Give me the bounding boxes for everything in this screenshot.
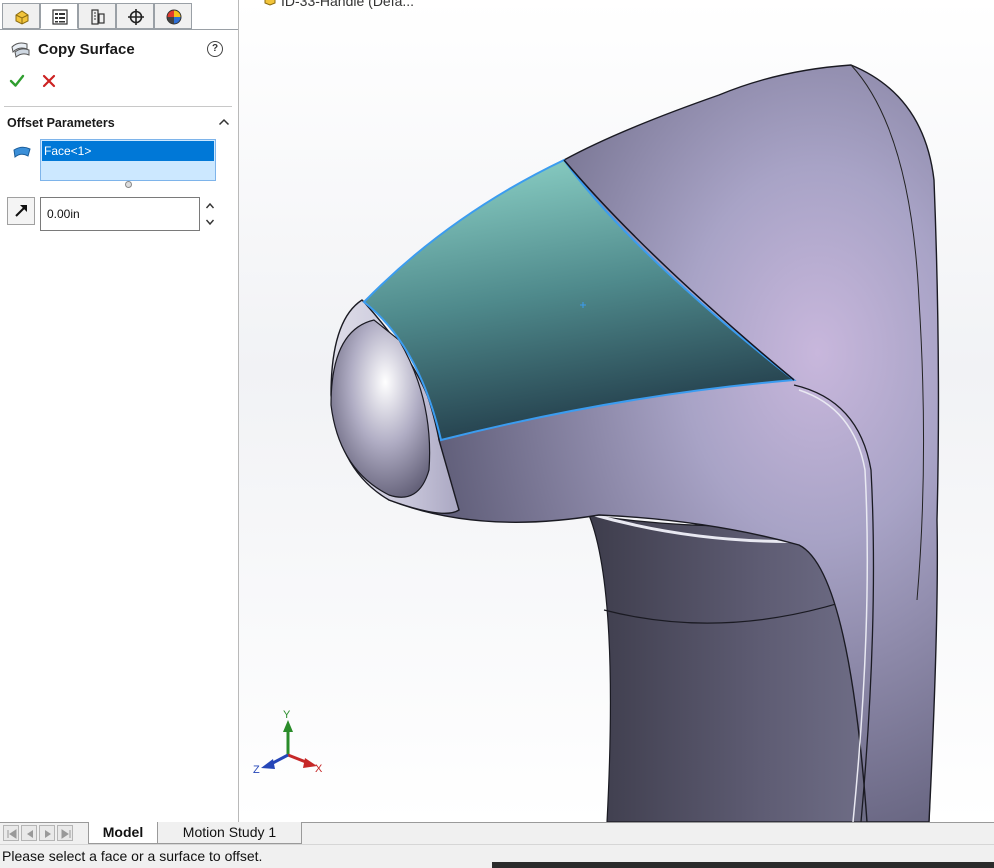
tab-feature-manager[interactable] <box>2 3 40 29</box>
spin-down-icon[interactable] <box>205 217 215 227</box>
chevron-up-icon[interactable] <box>218 117 230 127</box>
next-arrow-icon <box>45 830 51 838</box>
tab-motion-study[interactable]: Motion Study 1 <box>158 822 302 844</box>
offset-distance-input[interactable] <box>40 197 200 231</box>
bottom-tab-bar: Model Motion Study 1 <box>0 822 994 844</box>
tab-property-manager[interactable] <box>40 3 78 29</box>
page-title: Copy Surface <box>38 41 135 58</box>
property-manager-header: Copy Surface ? <box>0 34 238 70</box>
previous-arrow-icon <box>27 830 33 838</box>
reverse-direction-icon <box>15 205 27 217</box>
copy-surface-icon <box>11 42 30 58</box>
tab-display-manager[interactable] <box>154 3 192 29</box>
triad-z-label: Z <box>253 764 260 776</box>
last-tab-button[interactable] <box>57 825 73 841</box>
tab-dimxpert-manager[interactable] <box>116 3 154 29</box>
help-icon[interactable]: ? <box>207 41 223 57</box>
tab-configuration-manager[interactable] <box>78 3 116 29</box>
property-manager-icon <box>52 9 68 25</box>
face-selection-listbox[interactable]: Face<1> <box>40 139 216 181</box>
offset-parameters-group-header[interactable]: Offset Parameters <box>0 112 238 134</box>
graphics-viewport[interactable]: Y X Z ID-33-Handle (Defa... <box>239 0 994 822</box>
feature-manager-icon <box>15 10 29 25</box>
first-tab-button[interactable] <box>3 825 19 841</box>
face-selection-icon <box>13 146 31 158</box>
tabs-divider <box>0 29 238 30</box>
model-scene[interactable]: Y X Z <box>239 0 994 822</box>
solidworks-window: Copy Surface ? Offset Parameters Face<1> <box>0 0 994 868</box>
dimxpert-icon <box>128 9 144 25</box>
ok-check-icon[interactable] <box>8 72 26 90</box>
previous-tab-button[interactable] <box>21 825 37 841</box>
last-arrow-icon <box>61 829 71 839</box>
part-icon <box>264 0 276 6</box>
property-manager-panel: Copy Surface ? Offset Parameters Face<1> <box>0 0 239 822</box>
next-tab-button[interactable] <box>39 825 55 841</box>
header-divider <box>4 106 232 107</box>
spin-up-icon[interactable] <box>205 201 215 211</box>
status-message: Please select a face or a surface to off… <box>2 848 263 864</box>
group-title: Offset Parameters <box>7 116 115 130</box>
feature-tree-root-label[interactable]: ID-33-Handle (Defa... <box>281 0 414 9</box>
configuration-manager-icon <box>91 9 105 25</box>
first-arrow-icon <box>7 829 17 839</box>
offset-direction-button[interactable] <box>7 197 35 225</box>
tab-model[interactable]: Model <box>88 822 158 844</box>
taskbar-strip <box>492 862 994 868</box>
manager-tabs <box>0 3 238 30</box>
triad-x-label: X <box>315 763 323 775</box>
list-item[interactable]: Face<1> <box>42 141 214 161</box>
listbox-resize-grip[interactable] <box>125 181 132 188</box>
display-manager-icon <box>166 9 182 25</box>
triad-y-label: Y <box>283 709 291 721</box>
cancel-x-icon[interactable] <box>42 74 56 88</box>
